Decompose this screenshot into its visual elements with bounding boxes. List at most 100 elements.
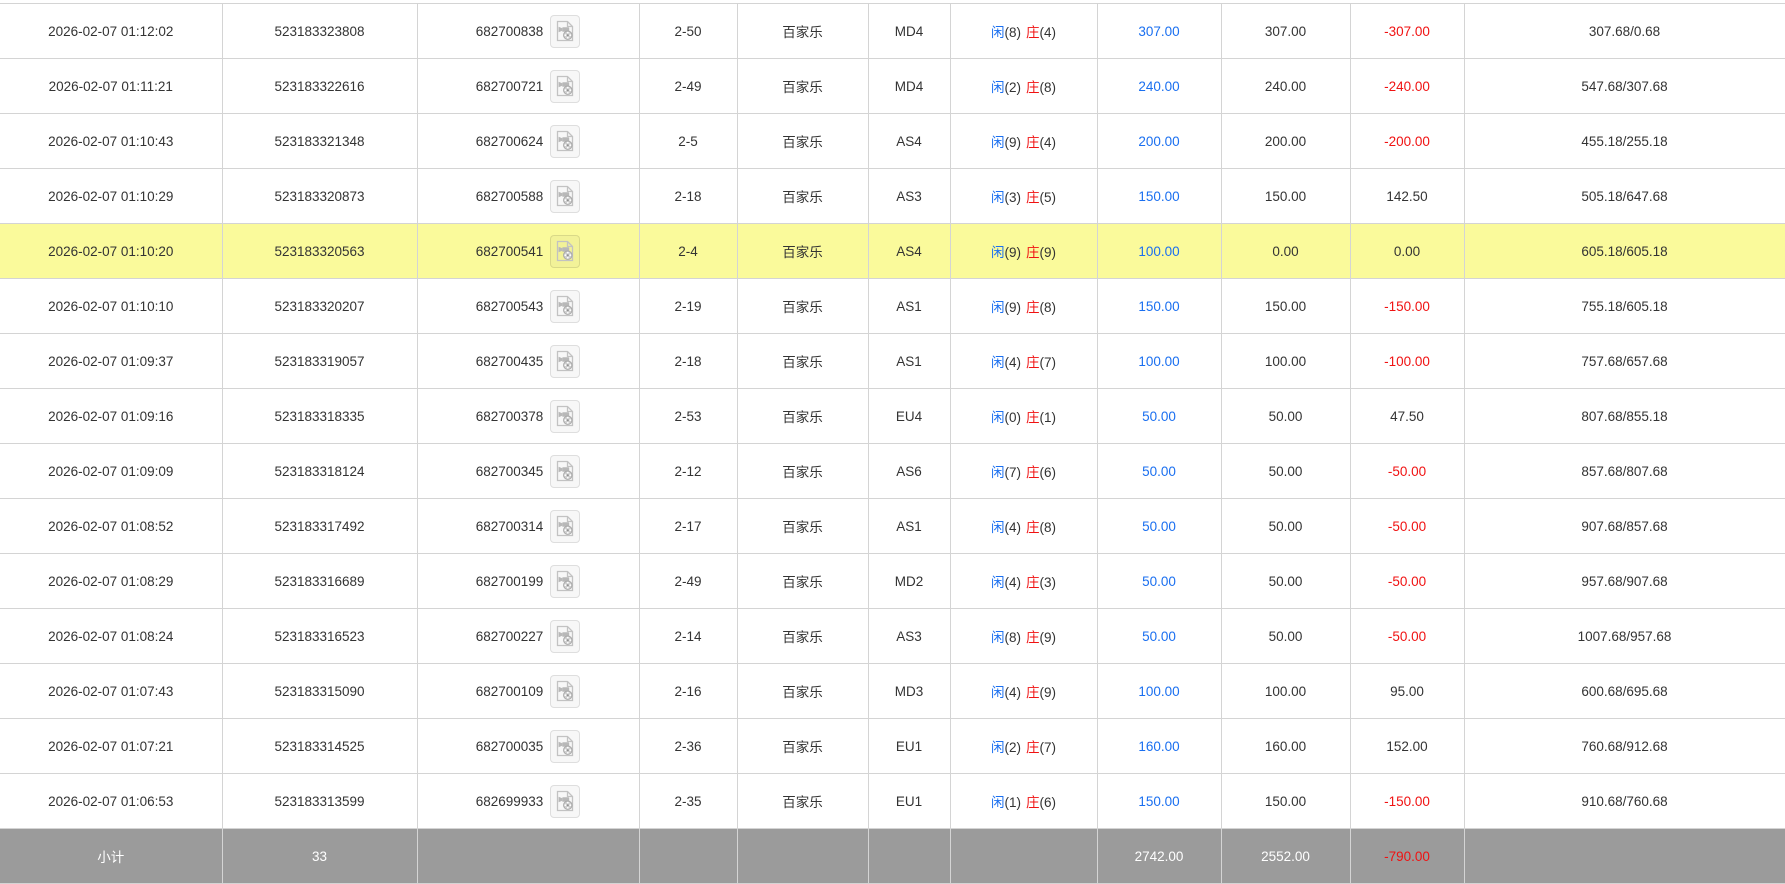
bet-time: 2026-02-07 01:08:24 (0, 609, 222, 664)
table-row[interactable]: 2026-02-07 01:07:21 523183314525 6827000… (0, 719, 1785, 774)
banker-label: 庄 (1026, 630, 1040, 645)
round-id: 682700838 (476, 24, 544, 39)
bet-amount-link[interactable]: 50.00 (1142, 629, 1176, 644)
player-score: (4) (1005, 575, 1022, 590)
video-film-icon (555, 185, 575, 207)
round-id: 682700378 (476, 409, 544, 424)
bet-time: 2026-02-07 01:10:29 (0, 169, 222, 224)
bet-amount-cell: 160.00 (1097, 719, 1221, 774)
table-row[interactable]: 2026-02-07 01:10:43 523183321348 6827006… (0, 114, 1785, 169)
winloss-amount: 47.50 (1350, 389, 1464, 444)
table-row[interactable]: 2026-02-07 01:11:21 523183322616 6827007… (0, 59, 1785, 114)
valid-amount: 307.00 (1221, 4, 1350, 59)
player-score: (8) (1005, 630, 1022, 645)
result-cell: 闲(8)庄(9) (950, 609, 1097, 664)
table-row[interactable]: 2026-02-07 01:10:10 523183320207 6827005… (0, 279, 1785, 334)
banker-score: (8) (1040, 80, 1057, 95)
table-shoe-round: 2-16 (639, 664, 737, 719)
banker-score: (7) (1040, 740, 1057, 755)
bet-amount-link[interactable]: 160.00 (1138, 739, 1179, 754)
result-cell: 闲(9)庄(4) (950, 114, 1097, 169)
bet-amount-cell: 50.00 (1097, 554, 1221, 609)
balance-after: 757.68/657.68 (1464, 334, 1785, 389)
bet-amount-link[interactable]: 50.00 (1142, 574, 1176, 589)
winloss-amount: -240.00 (1350, 59, 1464, 114)
table-shoe-round: 2-49 (639, 59, 737, 114)
bet-time: 2026-02-07 01:12:02 (0, 4, 222, 59)
video-replay-button[interactable] (550, 235, 580, 268)
player-label: 闲 (991, 740, 1005, 755)
bet-amount-cell: 307.00 (1097, 4, 1221, 59)
table-row[interactable]: 2026-02-07 01:10:20 523183320563 6827005… (0, 224, 1785, 279)
bet-id: 523183320207 (222, 279, 417, 334)
table-row[interactable]: 2026-02-07 01:10:29 523183320873 6827005… (0, 169, 1785, 224)
table-code: MD4 (868, 59, 950, 114)
player-score: (0) (1005, 410, 1022, 425)
subtotal-empty-cell (1464, 829, 1785, 884)
video-replay-button[interactable] (550, 400, 580, 433)
video-replay-button[interactable] (550, 785, 580, 818)
table-row[interactable]: 2026-02-07 01:09:09 523183318124 6827003… (0, 444, 1785, 499)
round-id: 682700035 (476, 739, 544, 754)
player-label: 闲 (991, 300, 1005, 315)
video-replay-button[interactable] (550, 675, 580, 708)
winloss-amount: -50.00 (1350, 444, 1464, 499)
game-name: 百家乐 (737, 224, 868, 279)
video-replay-button[interactable] (550, 455, 580, 488)
bet-id: 523183317492 (222, 499, 417, 554)
bet-amount-link[interactable]: 150.00 (1138, 189, 1179, 204)
game-name: 百家乐 (737, 444, 868, 499)
valid-amount: 150.00 (1221, 774, 1350, 829)
bet-amount-link[interactable]: 50.00 (1142, 409, 1176, 424)
player-score: (4) (1005, 355, 1022, 370)
video-replay-button[interactable] (550, 15, 580, 48)
bet-amount-link[interactable]: 50.00 (1142, 464, 1176, 479)
bet-records-panel: 2026-02-07 01:12:02 523183323808 6827008… (0, 0, 1785, 884)
video-replay-button[interactable] (550, 565, 580, 598)
video-replay-button[interactable] (550, 180, 580, 213)
video-film-icon (555, 20, 575, 42)
round-id: 682700199 (476, 574, 544, 589)
banker-label: 庄 (1026, 300, 1040, 315)
bet-amount-link[interactable]: 50.00 (1142, 519, 1176, 534)
round-id: 682700314 (476, 519, 544, 534)
bet-amount-link[interactable]: 307.00 (1138, 24, 1179, 39)
video-replay-button[interactable] (550, 730, 580, 763)
table-row[interactable]: 2026-02-07 01:06:53 523183313599 6826999… (0, 774, 1785, 829)
bet-amount-link[interactable]: 240.00 (1138, 79, 1179, 94)
table-row[interactable]: 2026-02-07 01:08:29 523183316689 6827001… (0, 554, 1785, 609)
bet-amount-cell: 240.00 (1097, 59, 1221, 114)
banker-label: 庄 (1026, 135, 1040, 150)
banker-label: 庄 (1026, 795, 1040, 810)
balance-after: 857.68/807.68 (1464, 444, 1785, 499)
balance-after: 755.18/605.18 (1464, 279, 1785, 334)
bet-amount-link[interactable]: 100.00 (1138, 244, 1179, 259)
bet-amount-link[interactable]: 100.00 (1138, 354, 1179, 369)
video-replay-button[interactable] (550, 510, 580, 543)
video-replay-button[interactable] (550, 345, 580, 378)
bet-amount-link[interactable]: 150.00 (1138, 299, 1179, 314)
table-code: EU1 (868, 774, 950, 829)
result-cell: 闲(4)庄(8) (950, 499, 1097, 554)
table-row[interactable]: 2026-02-07 01:07:43 523183315090 6827001… (0, 664, 1785, 719)
bet-id: 523183318124 (222, 444, 417, 499)
bet-amount-link[interactable]: 150.00 (1138, 794, 1179, 809)
bet-amount-link[interactable]: 200.00 (1138, 134, 1179, 149)
table-row[interactable]: 2026-02-07 01:08:52 523183317492 6827003… (0, 499, 1785, 554)
game-name: 百家乐 (737, 719, 868, 774)
video-replay-button[interactable] (550, 620, 580, 653)
banker-score: (6) (1040, 795, 1057, 810)
player-label: 闲 (991, 190, 1005, 205)
video-replay-button[interactable] (550, 70, 580, 103)
player-score: (9) (1005, 135, 1022, 150)
table-row[interactable]: 2026-02-07 01:08:24 523183316523 6827002… (0, 609, 1785, 664)
video-replay-button[interactable] (550, 290, 580, 323)
player-label: 闲 (991, 630, 1005, 645)
bet-amount-link[interactable]: 100.00 (1138, 684, 1179, 699)
table-row[interactable]: 2026-02-07 01:09:16 523183318335 6827003… (0, 389, 1785, 444)
table-row[interactable]: 2026-02-07 01:09:37 523183319057 6827004… (0, 334, 1785, 389)
video-replay-button[interactable] (550, 125, 580, 158)
table-row[interactable]: 2026-02-07 01:12:02 523183323808 6827008… (0, 4, 1785, 59)
subtotal-empty-cell (737, 829, 868, 884)
bet-id: 523183316523 (222, 609, 417, 664)
